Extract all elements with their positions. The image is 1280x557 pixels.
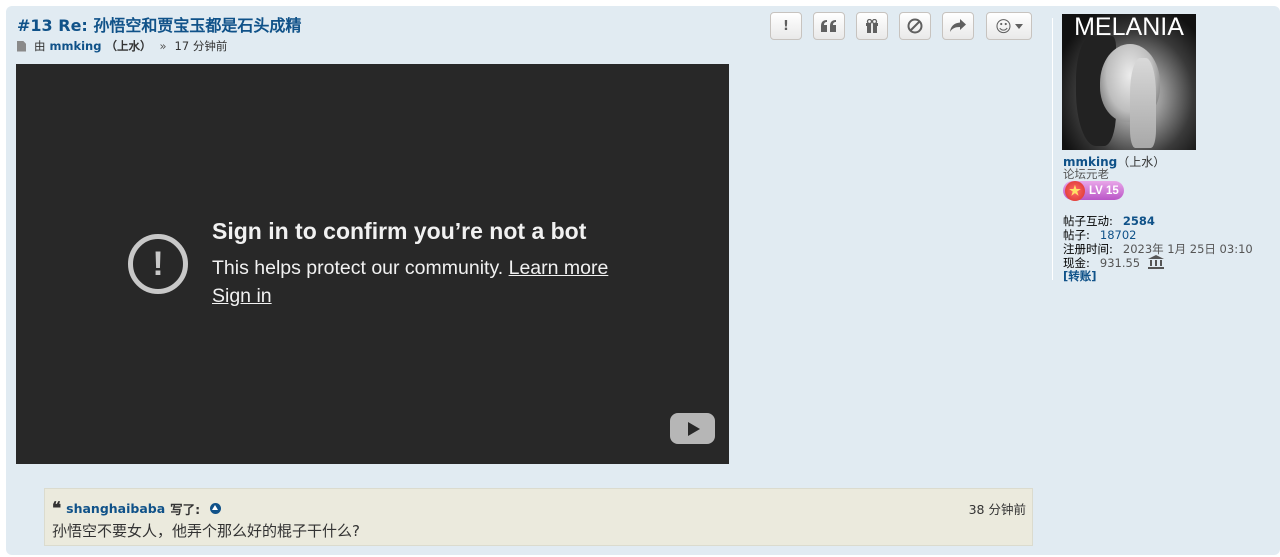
level-badge: ★ LV 15 <box>1063 181 1124 201</box>
gift-icon <box>866 19 878 33</box>
arrow-up-icon[interactable] <box>210 503 222 514</box>
report-button[interactable]: ! <box>770 12 802 40</box>
caret-down-icon <box>1014 23 1023 29</box>
post-title-text[interactable]: Re: 孙悟空和贾宝玉都是石头成精 <box>58 16 301 35</box>
avatar-caption: MELANIA <box>1074 14 1184 41</box>
post-time: 17 分钟前 <box>174 39 228 53</box>
quote-block: ❝ shanghaibaba 写了: 38 分钟前 孙悟空不要女人，他弄个那么好… <box>44 488 1033 546</box>
smiley-icon: ☺ <box>995 16 1012 36</box>
avatar[interactable]: MELANIA <box>1062 14 1196 150</box>
post-number[interactable]: #13 <box>17 16 53 35</box>
video-error-title: Sign in to confirm you’re not a bot <box>212 218 587 244</box>
video-error-text: This helps protect our community. Learn … <box>212 257 608 280</box>
quote-body: 孙悟空不要女人，他弄个那么好的棍子干什么? <box>52 522 360 540</box>
quote-icon <box>821 20 836 32</box>
by-label: 由 <box>34 39 46 53</box>
sidebar-divider <box>1052 18 1053 280</box>
sign-in-link[interactable]: Sign in <box>212 285 272 308</box>
rank-title: 论坛元老 <box>1063 167 1109 181</box>
share-icon <box>950 19 966 32</box>
stat-posts-value[interactable]: 18702 <box>1100 228 1137 242</box>
level-text: LV 15 <box>1089 184 1119 197</box>
post-author-link[interactable]: mmking <box>50 39 102 53</box>
embedded-video[interactable]: ! Sign in to confirm you’re not a bot Th… <box>16 64 729 464</box>
document-icon[interactable] <box>17 40 26 52</box>
stat-joined-value: 2023年 1月 25日 03:10 <box>1122 242 1253 256</box>
transfer-link[interactable]: [转账] <box>1063 268 1097 284</box>
bank-icon[interactable] <box>1147 255 1164 269</box>
stat-interactions-value[interactable]: 2584 <box>1123 214 1155 228</box>
gift-button[interactable] <box>856 12 888 40</box>
reaction-button[interactable]: ☺ <box>986 12 1032 40</box>
quote-wrote-label: 写了: <box>170 502 201 517</box>
meta-separator: » <box>159 39 167 53</box>
quote-mark-icon: ❝ <box>52 498 62 519</box>
share-button[interactable] <box>942 12 974 40</box>
post-title[interactable]: #13 Re: 孙悟空和贾宝玉都是石头成精 <box>17 12 301 36</box>
stat-joined-label: 注册时间: <box>1063 242 1113 256</box>
video-error-message: This helps protect our community. <box>212 257 504 279</box>
exclamation-icon: ! <box>783 18 789 34</box>
quote-button[interactable] <box>813 12 845 40</box>
post-meta: 由 mmking （上水） » 17 分钟前 <box>17 38 227 54</box>
star-icon: ★ <box>1065 181 1085 201</box>
youtube-logo-icon[interactable] <box>670 413 715 444</box>
sidebar-user-rank: （上水） <box>1117 155 1166 169</box>
warning-icon: ! <box>128 234 188 294</box>
block-icon <box>907 18 923 34</box>
learn-more-link[interactable]: Learn more <box>509 257 609 279</box>
quote-header: ❝ shanghaibaba 写了: <box>52 498 222 519</box>
stat-posts-label: 帖子: <box>1063 228 1090 242</box>
quote-time: 38 分钟前 <box>968 502 1026 517</box>
block-button[interactable] <box>899 12 931 40</box>
avatar-hands <box>1130 58 1156 148</box>
quote-user-link[interactable]: shanghaibaba <box>66 501 165 516</box>
post-author-rank: （上水） <box>105 39 152 53</box>
stat-cash-value: 931.55 <box>1099 256 1141 270</box>
stat-interactions-label: 帖子互动: <box>1063 214 1113 228</box>
